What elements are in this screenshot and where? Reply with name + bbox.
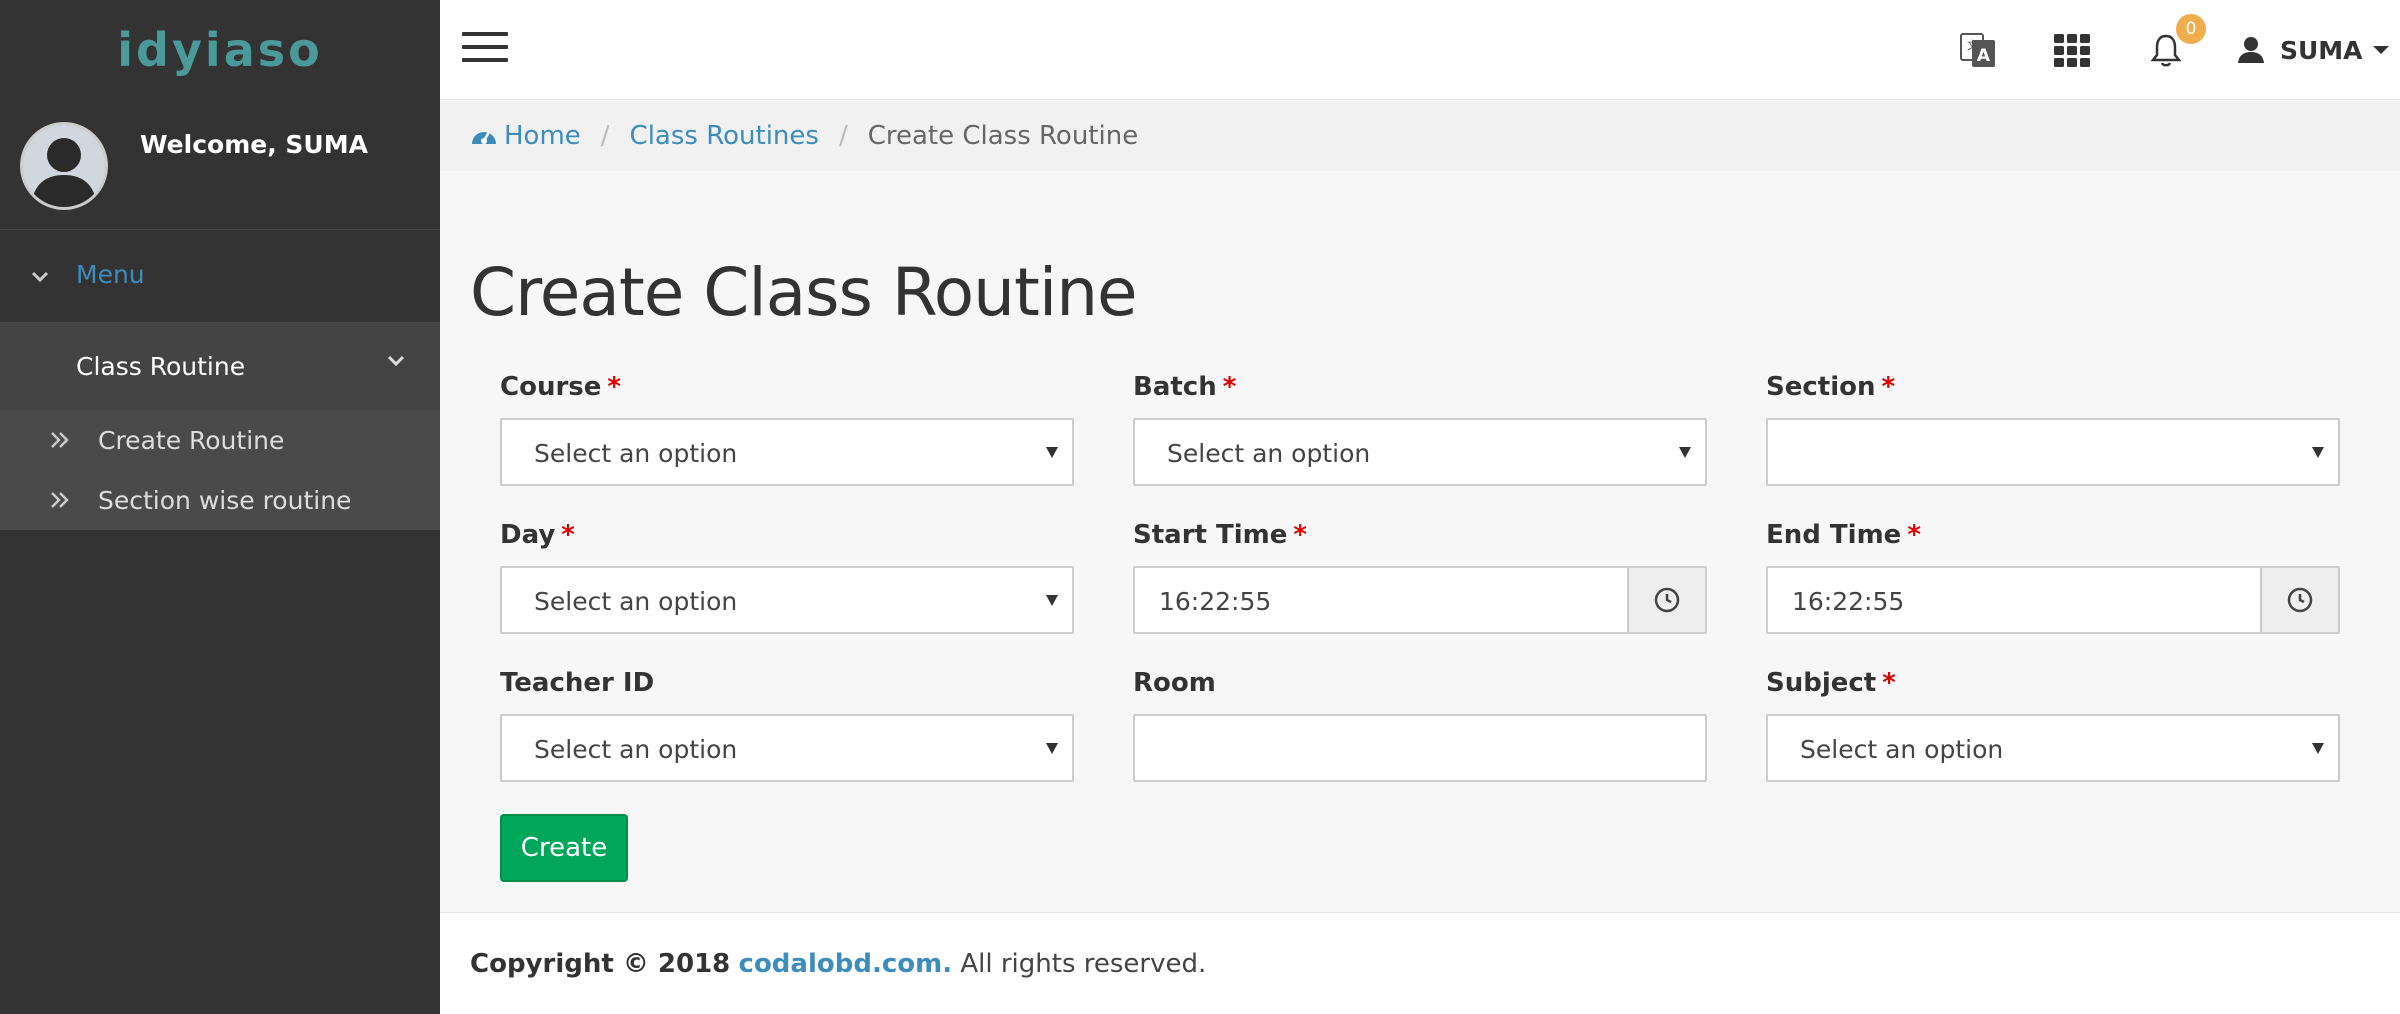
menu-toggle[interactable]: Menu (0, 240, 440, 312)
end-time-input[interactable]: 16:22:55 (1766, 566, 2340, 634)
footer: Copyright © 2018 codalobd.com. All right… (440, 912, 2400, 1014)
translate-icon[interactable]: A 文 (1958, 30, 1998, 70)
section-select[interactable] (1766, 418, 2340, 486)
sidebar: idyiaso Welcome, SUMA Menu Class Routine (0, 0, 440, 1014)
batch-select-value: Select an option (1167, 439, 1371, 468)
course-field: Course * Select an option (500, 372, 1074, 486)
subject-select-value: Select an option (1800, 735, 2004, 764)
batch-label: Batch * (1133, 372, 1237, 402)
subject-field: Subject * Select an option (1766, 668, 2340, 782)
section-label: Section * (1766, 372, 1896, 402)
copyright-text: Copyright © 2018 codalobd.com. All right… (470, 949, 1206, 979)
logo-text: idyiaso (117, 23, 323, 77)
user-dropdown[interactable]: SUMA (2236, 32, 2389, 68)
double-chevron-right-icon (51, 432, 69, 448)
breadcrumb-separator: / (600, 121, 610, 151)
dashboard-icon (472, 131, 496, 144)
batch-select[interactable]: Select an option (1133, 418, 1707, 486)
breadcrumb-separator: / (838, 121, 848, 151)
teacher-id-field: Teacher ID Select an option (500, 668, 1074, 782)
start-time-field: Start Time * 16:22:55 (1133, 520, 1707, 634)
svg-text:文: 文 (1967, 38, 1978, 52)
room-input[interactable] (1133, 714, 1707, 782)
caret-down-icon (2372, 46, 2389, 54)
copyright-prefix: Copyright © 2018 (470, 949, 731, 979)
notification-count-badge: 0 (2176, 14, 2206, 44)
breadcrumb-home-link[interactable]: Home (504, 121, 581, 151)
section-field: Section * (1766, 372, 2340, 486)
sidebar-item-section-wise-routine[interactable]: Section wise routine (0, 470, 440, 530)
subject-select[interactable]: Select an option (1766, 714, 2340, 782)
teacher-id-label: Teacher ID (500, 668, 655, 698)
end-time-value: 16:22:55 (1792, 587, 1905, 616)
start-time-picker-button[interactable] (1627, 568, 1705, 632)
start-time-input[interactable]: 16:22:55 (1133, 566, 1707, 634)
avatar (20, 122, 108, 210)
chevron-down-icon (387, 355, 405, 367)
page-title: Create Class Routine (470, 254, 1138, 331)
sidebar-item-label: Create Routine (98, 426, 285, 455)
dropdown-arrow-icon (2312, 447, 2324, 458)
sidebar-item-label: Class Routine (76, 352, 246, 381)
room-label: Room (1133, 668, 1216, 698)
end-time-picker-button[interactable] (2260, 568, 2338, 632)
svg-text:A: A (1977, 46, 1991, 66)
teacher-id-select[interactable]: Select an option (500, 714, 1074, 782)
footer-site-link[interactable]: codalobd.com. (739, 949, 953, 979)
hamburger-menu-icon[interactable] (462, 32, 508, 68)
double-chevron-right-icon (51, 492, 69, 508)
topbar: A 文 0 SUMA (440, 0, 2400, 100)
user-panel: Welcome, SUMA (0, 100, 440, 230)
welcome-text: Welcome, SUMA (140, 130, 368, 159)
end-time-field: End Time * 16:22:55 (1766, 520, 2340, 634)
breadcrumb: Home / Class Routines / Create Class Rou… (440, 101, 2400, 171)
clock-icon (2287, 587, 2313, 613)
dropdown-arrow-icon (1046, 743, 1058, 754)
user-icon (2238, 37, 2264, 63)
end-time-label: End Time * (1766, 520, 1921, 550)
day-field: Day * Select an option (500, 520, 1074, 634)
apps-grid-icon[interactable] (2052, 30, 2092, 70)
sidebar-item-class-routine[interactable]: Class Routine (0, 322, 440, 410)
day-select-value: Select an option (534, 587, 738, 616)
sidebar-group-class-routine: Class Routine Create Routine Section wis… (0, 322, 440, 530)
sidebar-item-create-routine[interactable]: Create Routine (0, 410, 440, 470)
course-select[interactable]: Select an option (500, 418, 1074, 486)
logo[interactable]: idyiaso (0, 0, 440, 100)
teacher-id-select-value: Select an option (534, 735, 738, 764)
day-label: Day * (500, 520, 575, 550)
batch-field: Batch * Select an option (1133, 372, 1707, 486)
course-select-value: Select an option (534, 439, 738, 468)
start-time-value: 16:22:55 (1159, 587, 1272, 616)
dropdown-arrow-icon (2312, 743, 2324, 754)
user-silhouette-icon (31, 138, 97, 207)
dropdown-arrow-icon (1046, 447, 1058, 458)
create-button[interactable]: Create (500, 814, 628, 882)
breadcrumb-current: Create Class Routine (867, 121, 1139, 151)
subject-label: Subject * (1766, 668, 1896, 698)
user-name: SUMA (2280, 35, 2363, 65)
copyright-suffix: All rights reserved. (960, 949, 1207, 979)
room-field: Room (1133, 668, 1707, 782)
start-time-label: Start Time * (1133, 520, 1307, 550)
clock-icon (1654, 587, 1680, 613)
menu-label: Menu (76, 260, 145, 289)
chevron-down-icon (31, 271, 49, 283)
dropdown-arrow-icon (1046, 595, 1058, 606)
breadcrumb-class-routines-link[interactable]: Class Routines (630, 121, 819, 151)
day-select[interactable]: Select an option (500, 566, 1074, 634)
sidebar-item-label: Section wise routine (98, 486, 352, 515)
course-label: Course * (500, 372, 621, 402)
dropdown-arrow-icon (1679, 447, 1691, 458)
